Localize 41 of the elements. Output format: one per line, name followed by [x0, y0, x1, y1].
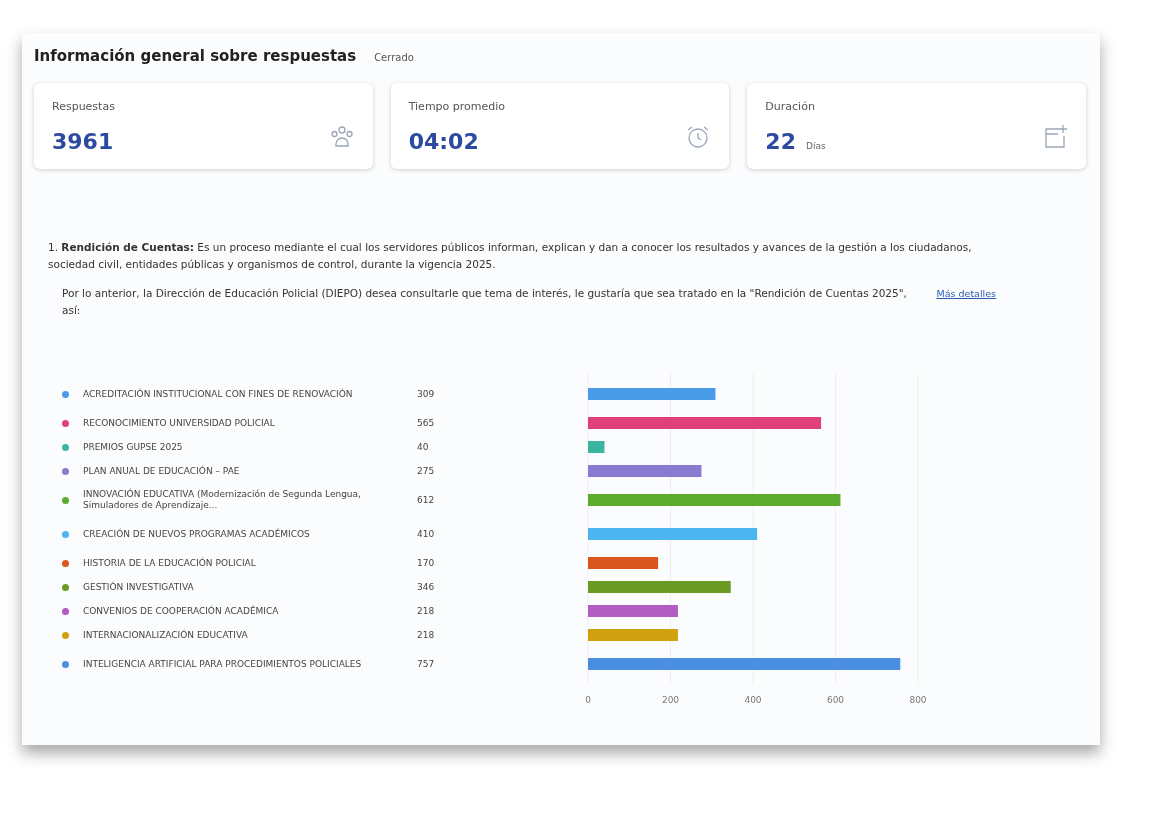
people-icon [328, 124, 355, 150]
option-label: INTERNACIONALIZACIÓN EDUCATIVA [83, 629, 249, 641]
axis-tick-label: 200 [661, 695, 680, 705]
stat-label: Duración [765, 100, 815, 113]
question-text: 1. Rendición de Cuentas: Es un proceso mediante el cual los servidores públicos informan, explican y dan a conocer los resultados y avances de la gestión a los ciudadanos, sociedad civil, entidades públicas y organismos de control, durante la vigencia 2025. [48, 240, 973, 272]
stat-unit: Días [805, 141, 826, 151]
option-count: 410 [417, 528, 435, 540]
calendar-add-icon [1042, 124, 1068, 150]
option-count: 218 [417, 605, 435, 617]
stat-value: 22 [765, 129, 796, 154]
stat-value: 3961 [52, 129, 114, 154]
option-label: PREMIOS GUPSE 2025 [83, 441, 184, 453]
option-label: CONVENIOS DE COOPERACIÓN ACADÉMICA [83, 605, 280, 617]
option-count: 565 [417, 417, 435, 429]
axis-tick-label: 400 [744, 695, 762, 705]
status-label: Cerrado [374, 52, 414, 63]
option-label: GESTIÓN INVESTIGATIVA [83, 581, 195, 593]
section-title: Información general sobre respuestas [34, 47, 357, 65]
axis-tick-label: 800 [909, 695, 927, 705]
stat-value: 04:02 [408, 129, 479, 154]
option-count: 309 [417, 388, 435, 400]
option-label: ACREDITACIÓN INSTITUCIONAL CON FINES DE RENOVACIÓN [83, 388, 354, 400]
question-prompt: Por lo anterior, la Dirección de Educación Policial (DIEPO) desea consultarle que tema de interés, le gustaría que sea tratado en la "Rendición de Cuentas 2025", así: [62, 286, 908, 318]
option-label: INTELIGENCIA ARTIFICIAL PARA PROCEDIMIENTOS POLICIALES [83, 658, 363, 670]
option-label: CREACIÓN DE NUEVOS PROGRAMAS ACADÉMICOS [83, 528, 311, 540]
option-label: RECONOCIMIENTO UNIVERSIDAD POLICIAL [83, 417, 276, 429]
option-count: 757 [417, 658, 435, 670]
axis-tick-label: 600 [826, 695, 845, 705]
option-label: INNOVACIÓN EDUCATIVA (Modernización de Segunda Lengua, Simuladores de Aprendizaje... [83, 489, 362, 511]
option-label: PLAN ANUAL DE EDUCACIÓN – PAE [83, 465, 241, 477]
option-count: 346 [417, 581, 435, 593]
axis-tick-label: 0 [585, 695, 591, 705]
option-count: 40 [417, 441, 429, 453]
option-label: HISTORIA DE LA EDUCACIÓN POLICIAL [83, 557, 257, 569]
option-count: 170 [417, 557, 435, 569]
option-count: 218 [417, 629, 435, 641]
stat-label: Tiempo promedio [408, 100, 506, 113]
stat-label: Respuestas [52, 100, 115, 113]
more-details-link[interactable]: Más detalles [936, 285, 996, 319]
option-count: 612 [417, 494, 435, 506]
option-count: 275 [417, 465, 435, 477]
